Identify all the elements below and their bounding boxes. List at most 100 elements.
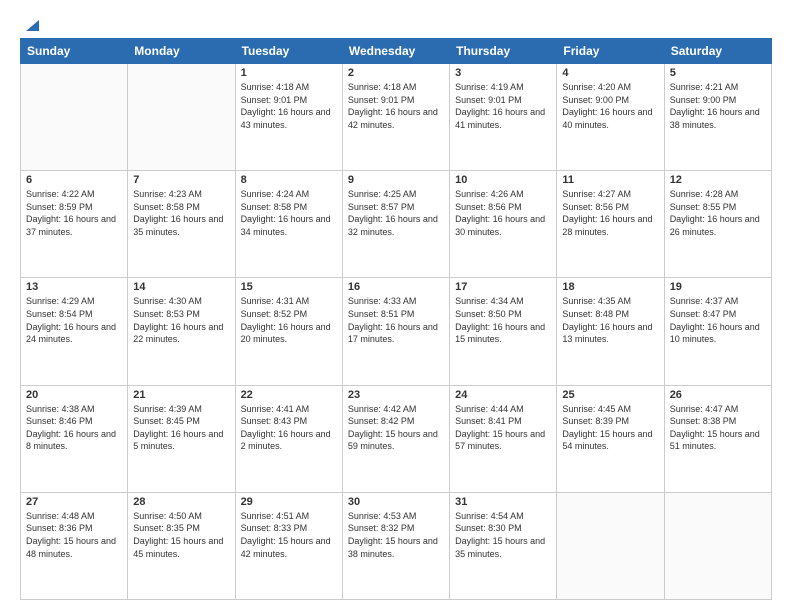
day-number: 16 bbox=[348, 281, 444, 293]
calendar-cell: 18 Sunrise: 4:35 AM Sunset: 8:48 PM Dayli… bbox=[557, 278, 664, 385]
day-number: 18 bbox=[562, 281, 658, 293]
calendar-day-header: Thursday bbox=[450, 39, 557, 64]
day-number: 21 bbox=[133, 389, 229, 401]
calendar-cell: 3 Sunrise: 4:19 AM Sunset: 9:01 PM Daylig… bbox=[450, 64, 557, 171]
day-info: Sunrise: 4:37 AM Sunset: 8:47 PM Dayligh… bbox=[670, 295, 766, 345]
calendar-cell: 1Sunrise: 4:18 AM Sunset: 9:01 PM Daylig… bbox=[235, 64, 342, 171]
calendar-day-header: Wednesday bbox=[342, 39, 449, 64]
day-number: 8 bbox=[241, 174, 337, 186]
calendar-cell: 27 Sunrise: 4:48 AM Sunset: 8:36 PM Dayli… bbox=[21, 492, 128, 599]
day-info: Sunrise: 4:25 AM Sunset: 8:57 PM Dayligh… bbox=[348, 188, 444, 238]
day-info: Sunrise: 4:33 AM Sunset: 8:51 PM Dayligh… bbox=[348, 295, 444, 345]
day-info: Sunrise: 4:44 AM Sunset: 8:41 PM Dayligh… bbox=[455, 403, 551, 453]
calendar-week-row: 13Sunrise: 4:29 AM Sunset: 8:54 PM Dayli… bbox=[21, 278, 772, 385]
logo bbox=[20, 16, 40, 30]
calendar-day-header: Sunday bbox=[21, 39, 128, 64]
calendar-table: SundayMondayTuesdayWednesdayThursdayFrid… bbox=[20, 38, 772, 600]
calendar-cell: 4 Sunrise: 4:20 AM Sunset: 9:00 PM Daylig… bbox=[557, 64, 664, 171]
day-info: Sunrise: 4:18 AM Sunset: 9:01 PM Dayligh… bbox=[241, 81, 337, 131]
day-info: Sunrise: 4:22 AM Sunset: 8:59 PM Dayligh… bbox=[26, 188, 122, 238]
day-number: 24 bbox=[455, 389, 551, 401]
day-info: Sunrise: 4:19 AM Sunset: 9:01 PM Dayligh… bbox=[455, 81, 551, 131]
day-number: 26 bbox=[670, 389, 766, 401]
day-number: 11 bbox=[562, 174, 658, 186]
calendar-cell: 22 Sunrise: 4:41 AM Sunset: 8:43 PM Dayli… bbox=[235, 385, 342, 492]
day-info: Sunrise: 4:39 AM Sunset: 8:45 PM Dayligh… bbox=[133, 403, 229, 453]
day-number: 15 bbox=[241, 281, 337, 293]
calendar-cell: 23 Sunrise: 4:42 AM Sunset: 8:42 PM Dayli… bbox=[342, 385, 449, 492]
calendar-header-row: SundayMondayTuesdayWednesdayThursdayFrid… bbox=[21, 39, 772, 64]
day-number: 23 bbox=[348, 389, 444, 401]
day-info: Sunrise: 4:20 AM Sunset: 9:00 PM Dayligh… bbox=[562, 81, 658, 131]
calendar-cell: 21 Sunrise: 4:39 AM Sunset: 8:45 PM Dayli… bbox=[128, 385, 235, 492]
calendar-cell: 5 Sunrise: 4:21 AM Sunset: 9:00 PM Daylig… bbox=[664, 64, 771, 171]
day-info: Sunrise: 4:21 AM Sunset: 9:00 PM Dayligh… bbox=[670, 81, 766, 131]
day-number: 30 bbox=[348, 496, 444, 508]
calendar-cell: 20 Sunrise: 4:38 AM Sunset: 8:46 PM Dayli… bbox=[21, 385, 128, 492]
calendar-week-row: 20 Sunrise: 4:38 AM Sunset: 8:46 PM Dayli… bbox=[21, 385, 772, 492]
calendar-week-row: 1Sunrise: 4:18 AM Sunset: 9:01 PM Daylig… bbox=[21, 64, 772, 171]
calendar-week-row: 27 Sunrise: 4:48 AM Sunset: 8:36 PM Dayli… bbox=[21, 492, 772, 599]
day-info: Sunrise: 4:34 AM Sunset: 8:50 PM Dayligh… bbox=[455, 295, 551, 345]
day-info: Sunrise: 4:42 AM Sunset: 8:42 PM Dayligh… bbox=[348, 403, 444, 453]
calendar-cell: 13Sunrise: 4:29 AM Sunset: 8:54 PM Dayli… bbox=[21, 278, 128, 385]
day-info: Sunrise: 4:30 AM Sunset: 8:53 PM Dayligh… bbox=[133, 295, 229, 345]
calendar-cell: 10Sunrise: 4:26 AM Sunset: 8:56 PM Dayli… bbox=[450, 171, 557, 278]
calendar-cell: 19 Sunrise: 4:37 AM Sunset: 8:47 PM Dayli… bbox=[664, 278, 771, 385]
calendar-day-header: Tuesday bbox=[235, 39, 342, 64]
day-info: Sunrise: 4:53 AM Sunset: 8:32 PM Dayligh… bbox=[348, 510, 444, 560]
calendar-cell: 15 Sunrise: 4:31 AM Sunset: 8:52 PM Dayli… bbox=[235, 278, 342, 385]
day-info: Sunrise: 4:41 AM Sunset: 8:43 PM Dayligh… bbox=[241, 403, 337, 453]
calendar-day-header: Friday bbox=[557, 39, 664, 64]
day-info: Sunrise: 4:26 AM Sunset: 8:56 PM Dayligh… bbox=[455, 188, 551, 238]
day-number: 20 bbox=[26, 389, 122, 401]
day-number: 25 bbox=[562, 389, 658, 401]
day-info: Sunrise: 4:48 AM Sunset: 8:36 PM Dayligh… bbox=[26, 510, 122, 560]
day-info: Sunrise: 4:45 AM Sunset: 8:39 PM Dayligh… bbox=[562, 403, 658, 453]
day-number: 2 bbox=[348, 67, 444, 79]
calendar-cell: 7Sunrise: 4:23 AM Sunset: 8:58 PM Daylig… bbox=[128, 171, 235, 278]
calendar-cell: 6 Sunrise: 4:22 AM Sunset: 8:59 PM Daylig… bbox=[21, 171, 128, 278]
day-number: 19 bbox=[670, 281, 766, 293]
day-info: Sunrise: 4:35 AM Sunset: 8:48 PM Dayligh… bbox=[562, 295, 658, 345]
calendar-cell bbox=[664, 492, 771, 599]
day-number: 12 bbox=[670, 174, 766, 186]
day-number: 13 bbox=[26, 281, 122, 293]
day-number: 17 bbox=[455, 281, 551, 293]
calendar-cell: 8 Sunrise: 4:24 AM Sunset: 8:58 PM Daylig… bbox=[235, 171, 342, 278]
day-info: Sunrise: 4:38 AM Sunset: 8:46 PM Dayligh… bbox=[26, 403, 122, 453]
calendar-cell: 16 Sunrise: 4:33 AM Sunset: 8:51 PM Dayli… bbox=[342, 278, 449, 385]
calendar-cell bbox=[557, 492, 664, 599]
calendar-cell: 14Sunrise: 4:30 AM Sunset: 8:53 PM Dayli… bbox=[128, 278, 235, 385]
calendar-cell: 26 Sunrise: 4:47 AM Sunset: 8:38 PM Dayli… bbox=[664, 385, 771, 492]
day-info: Sunrise: 4:18 AM Sunset: 9:01 PM Dayligh… bbox=[348, 81, 444, 131]
day-info: Sunrise: 4:51 AM Sunset: 8:33 PM Dayligh… bbox=[241, 510, 337, 560]
calendar-week-row: 6 Sunrise: 4:22 AM Sunset: 8:59 PM Daylig… bbox=[21, 171, 772, 278]
header bbox=[20, 16, 772, 30]
page: SundayMondayTuesdayWednesdayThursdayFrid… bbox=[0, 0, 792, 612]
calendar-cell bbox=[21, 64, 128, 171]
calendar-cell: 2 Sunrise: 4:18 AM Sunset: 9:01 PM Daylig… bbox=[342, 64, 449, 171]
day-number: 5 bbox=[670, 67, 766, 79]
day-info: Sunrise: 4:31 AM Sunset: 8:52 PM Dayligh… bbox=[241, 295, 337, 345]
day-number: 3 bbox=[455, 67, 551, 79]
calendar-cell: 31Sunrise: 4:54 AM Sunset: 8:30 PM Dayli… bbox=[450, 492, 557, 599]
calendar-cell: 11 Sunrise: 4:27 AM Sunset: 8:56 PM Dayli… bbox=[557, 171, 664, 278]
calendar-cell: 28Sunrise: 4:50 AM Sunset: 8:35 PM Dayli… bbox=[128, 492, 235, 599]
day-number: 4 bbox=[562, 67, 658, 79]
day-number: 27 bbox=[26, 496, 122, 508]
day-info: Sunrise: 4:24 AM Sunset: 8:58 PM Dayligh… bbox=[241, 188, 337, 238]
day-number: 6 bbox=[26, 174, 122, 186]
calendar-cell: 9 Sunrise: 4:25 AM Sunset: 8:57 PM Daylig… bbox=[342, 171, 449, 278]
calendar-cell: 25 Sunrise: 4:45 AM Sunset: 8:39 PM Dayli… bbox=[557, 385, 664, 492]
day-info: Sunrise: 4:27 AM Sunset: 8:56 PM Dayligh… bbox=[562, 188, 658, 238]
calendar-day-header: Saturday bbox=[664, 39, 771, 64]
calendar-cell: 24 Sunrise: 4:44 AM Sunset: 8:41 PM Dayli… bbox=[450, 385, 557, 492]
calendar-day-header: Monday bbox=[128, 39, 235, 64]
calendar-cell: 29Sunrise: 4:51 AM Sunset: 8:33 PM Dayli… bbox=[235, 492, 342, 599]
day-info: Sunrise: 4:47 AM Sunset: 8:38 PM Dayligh… bbox=[670, 403, 766, 453]
day-number: 9 bbox=[348, 174, 444, 186]
day-number: 31 bbox=[455, 496, 551, 508]
day-number: 22 bbox=[241, 389, 337, 401]
calendar-cell: 17 Sunrise: 4:34 AM Sunset: 8:50 PM Dayli… bbox=[450, 278, 557, 385]
